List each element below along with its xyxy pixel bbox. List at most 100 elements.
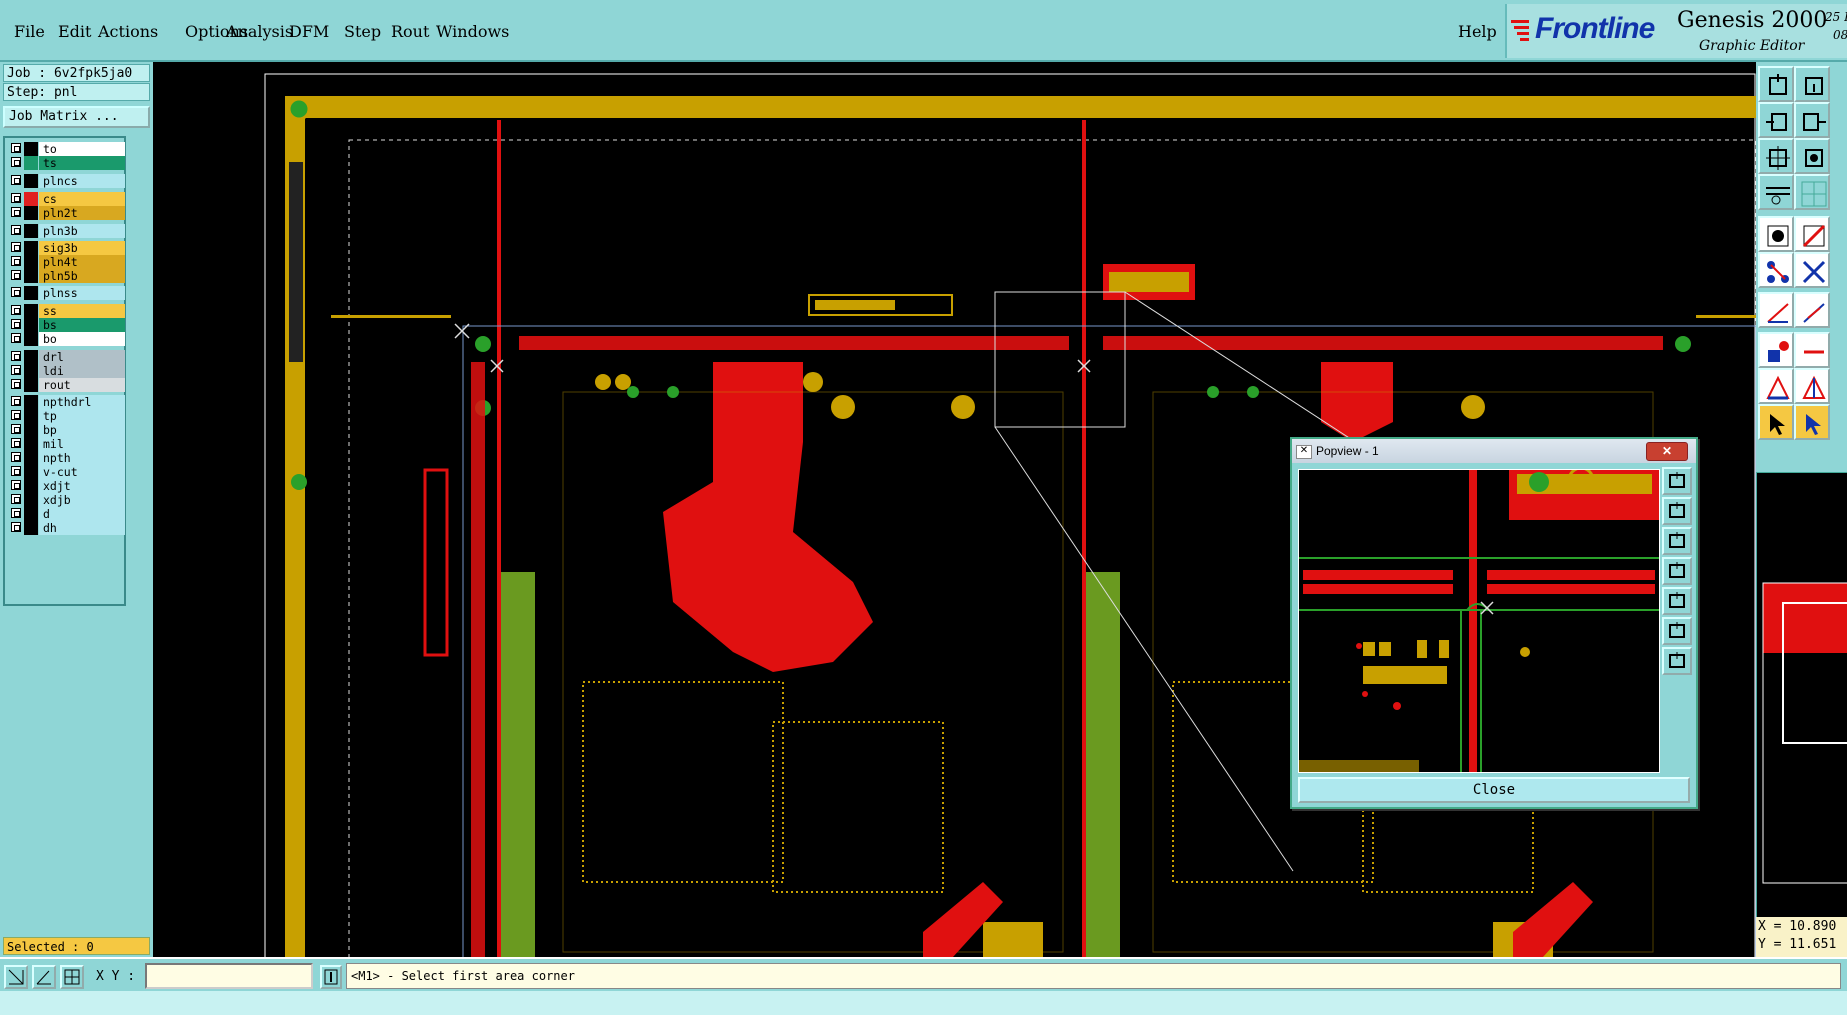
layer-row-mil[interactable]: mil [9, 437, 127, 451]
layer-row-tp[interactable]: tp [9, 409, 127, 423]
layer-swatch[interactable] [24, 437, 38, 451]
layer-swatch[interactable] [24, 142, 38, 156]
layer-row-pln2t[interactable]: pln2t [9, 206, 127, 220]
layer-swatch[interactable] [24, 409, 38, 423]
layer-swatch[interactable] [24, 192, 38, 206]
zoom-in-button[interactable] [1794, 66, 1830, 102]
popview-zoom-view[interactable] [1298, 469, 1660, 773]
layer-swatch[interactable] [24, 206, 38, 220]
layer-checkbox[interactable] [11, 242, 21, 252]
layer-swatch[interactable] [24, 493, 38, 507]
layer-checkbox[interactable] [11, 480, 21, 490]
layer-name[interactable]: xdjb [39, 493, 125, 507]
cross-probe-button[interactable] [1794, 252, 1830, 288]
prompt-toggle-button[interactable] [320, 965, 342, 989]
layer-name[interactable]: sig3b [39, 241, 125, 255]
layer-swatch[interactable] [24, 479, 38, 493]
layer-row-sig3b[interactable]: sig3b [9, 241, 127, 255]
pv-zoom-home-button[interactable] [1662, 467, 1692, 495]
layer-swatch[interactable] [24, 224, 38, 238]
layer-row-bo[interactable]: bo [9, 332, 127, 346]
select-pointer-button[interactable] [1758, 404, 1794, 440]
popview-titlebar[interactable]: ✕ Popview - 1 ✕ [1292, 439, 1696, 463]
layer-swatch[interactable] [24, 241, 38, 255]
popview-close-icon[interactable]: ✕ [1646, 442, 1688, 461]
net-view-button[interactable] [1758, 252, 1794, 288]
add-feature-button[interactable] [1758, 332, 1794, 368]
layer-checkbox[interactable] [11, 333, 21, 343]
layer-checkbox[interactable] [11, 143, 21, 153]
layer-checkbox[interactable] [11, 424, 21, 434]
menu-file[interactable]: File [14, 22, 45, 41]
layer-swatch[interactable] [24, 364, 38, 378]
measure-mode-button[interactable] [32, 965, 56, 989]
layer-checkbox[interactable] [11, 494, 21, 504]
menu-step[interactable]: Step [344, 22, 381, 41]
grid-button[interactable] [1794, 174, 1830, 210]
zoom-home-button[interactable] [1758, 66, 1794, 102]
measure-button[interactable] [1758, 174, 1794, 210]
layer-checkbox[interactable] [11, 522, 21, 532]
layer-name[interactable]: bo [39, 332, 125, 346]
layer-swatch[interactable] [24, 269, 38, 283]
layer-swatch[interactable] [24, 156, 38, 170]
layer-row-dh[interactable]: dh [9, 521, 127, 535]
layer-row-xdjt[interactable]: xdjt [9, 479, 127, 493]
layer-row-npth[interactable]: npth [9, 451, 127, 465]
menu-dfm[interactable]: DFM [289, 22, 329, 41]
layer-name[interactable]: tp [39, 409, 125, 423]
menu-rout[interactable]: Rout [391, 22, 429, 41]
layer-row-plncs[interactable]: plncs [9, 174, 127, 188]
layer-row-cs[interactable]: cs [9, 192, 127, 206]
layer-checkbox[interactable] [11, 351, 21, 361]
layer-row-drl[interactable]: drl [9, 350, 127, 364]
layer-swatch[interactable] [24, 332, 38, 346]
layer-name[interactable]: ts [39, 156, 125, 170]
display-mode-button[interactable] [1758, 216, 1794, 252]
layer-name[interactable]: to [39, 142, 125, 156]
layer-name[interactable]: plncs [39, 174, 125, 188]
layer-name[interactable]: pln3b [39, 224, 125, 238]
delete-feature-button[interactable] [1794, 332, 1830, 368]
layer-checkbox[interactable] [11, 508, 21, 518]
layer-checkbox[interactable] [11, 365, 21, 375]
layer-name[interactable]: xdjt [39, 479, 125, 493]
popview-close-button[interactable]: Close [1298, 777, 1690, 803]
pv-zoom-previous-button[interactable] [1662, 557, 1692, 585]
layer-row-pln3b[interactable]: pln3b [9, 224, 127, 238]
overview-minimap[interactable] [1756, 472, 1847, 919]
layer-checkbox[interactable] [11, 438, 21, 448]
layer-checkbox[interactable] [11, 193, 21, 203]
layer-swatch[interactable] [24, 318, 38, 332]
layer-swatch[interactable] [24, 286, 38, 300]
layer-name[interactable]: pln4t [39, 255, 125, 269]
pv-center-button[interactable] [1662, 647, 1692, 675]
layer-checkbox[interactable] [11, 410, 21, 420]
layer-name[interactable]: cs [39, 192, 125, 206]
layer-name[interactable]: pln5b [39, 269, 125, 283]
menu-actions[interactable]: Actions [98, 22, 158, 41]
layer-row-rout[interactable]: rout [9, 378, 127, 392]
menu-analysis[interactable]: Analysis [226, 22, 293, 41]
layer-swatch[interactable] [24, 304, 38, 318]
layer-swatch[interactable] [24, 451, 38, 465]
layer-name[interactable]: dh [39, 521, 125, 535]
layer-checkbox[interactable] [11, 466, 21, 476]
layer-checkbox[interactable] [11, 207, 21, 217]
triangle-move-button[interactable] [1794, 368, 1830, 404]
zoom-next-button[interactable] [1794, 102, 1830, 138]
layer-swatch[interactable] [24, 378, 38, 392]
layer-checkbox[interactable] [11, 157, 21, 167]
layer-row-v-cut[interactable]: v-cut [9, 465, 127, 479]
grid-mode-button[interactable] [60, 965, 84, 989]
layer-checkbox[interactable] [11, 452, 21, 462]
layer-name[interactable]: bs [39, 318, 125, 332]
pv-zoom-next-button[interactable] [1662, 587, 1692, 615]
layer-row-pln5b[interactable]: pln5b [9, 269, 127, 283]
menu-edit[interactable]: Edit [58, 22, 91, 41]
layer-checkbox[interactable] [11, 379, 21, 389]
layer-row-ts[interactable]: ts [9, 156, 127, 170]
job-matrix-button[interactable]: Job Matrix ... [3, 106, 150, 128]
layer-swatch[interactable] [24, 465, 38, 479]
layer-name[interactable]: ldi [39, 364, 125, 378]
